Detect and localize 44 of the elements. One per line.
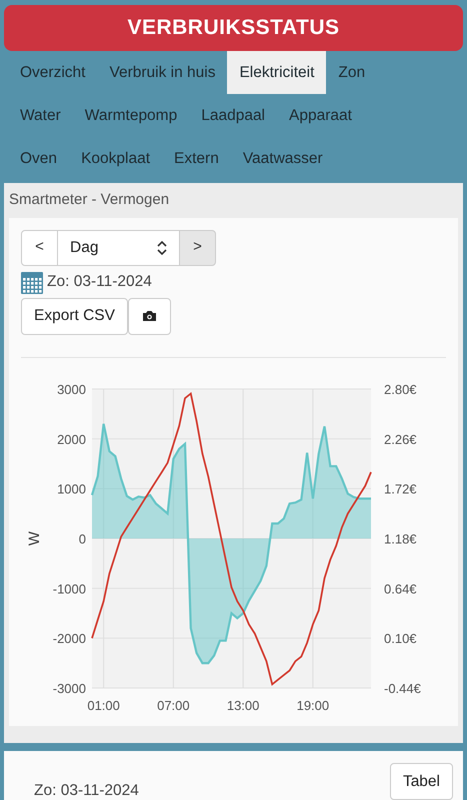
previous-button[interactable]: < <box>21 230 58 266</box>
nav-tab[interactable]: Oven <box>8 137 70 180</box>
nav-tab[interactable]: Verbruik in huis <box>97 51 228 94</box>
camera-button[interactable] <box>128 298 171 334</box>
nav-tab[interactable]: Laadpaal <box>189 94 278 137</box>
axis-tick-label: 2000 <box>57 431 86 446</box>
axis-tick-label: -2000 <box>52 630 86 646</box>
axis-title: W <box>26 530 43 546</box>
axis-tick-label: 0.64€ <box>384 580 417 596</box>
camera-icon <box>142 310 157 322</box>
nav-tab[interactable]: Vaatwasser <box>230 137 335 180</box>
nav-tab[interactable]: Apparaat <box>277 94 364 137</box>
axis-tick-label: -0.44€ <box>384 680 421 696</box>
nav-tab[interactable]: Water <box>8 94 73 137</box>
page-title: VERBRUIKSSTATUS <box>4 5 463 51</box>
next-button[interactable]: > <box>179 230 216 266</box>
date-label: Zo: 03-11-2024 <box>34 781 139 800</box>
export-button[interactable]: Export CSV <box>21 298 128 334</box>
axis-tick-label: -3000 <box>52 680 86 696</box>
nav-tab[interactable]: Overzicht <box>8 51 98 94</box>
panel-title: Smartmeter - Vermogen <box>9 190 170 210</box>
nav-tab[interactable]: Warmtepomp <box>72 94 190 137</box>
axis-tick-label: 1.18€ <box>384 531 417 546</box>
nav-tab[interactable]: Elektriciteit <box>227 51 326 94</box>
axis-tick-label: 0.10€ <box>384 630 417 646</box>
axis-tick-label: 07:00 <box>157 698 190 712</box>
axis-tick-label: 01:00 <box>87 698 120 712</box>
period-select[interactable]: Dag <box>58 230 179 266</box>
table-button[interactable]: Tabel <box>390 763 453 800</box>
axis-tick-label: 19:00 <box>296 698 330 712</box>
nav-tab[interactable]: Kookplaat <box>69 137 162 180</box>
axis-tick-label: 3000 <box>57 382 86 396</box>
axis-tick-label: 2.26€ <box>384 431 417 446</box>
calendar-icon[interactable] <box>21 270 43 294</box>
date-label: Zo: 03-11-2024 <box>47 272 152 292</box>
axis-tick-label: 0 <box>78 531 86 546</box>
nav-tab[interactable]: Zon <box>326 51 378 94</box>
nav-tab[interactable]: Extern <box>162 137 231 180</box>
updown-icon <box>157 240 167 254</box>
axis-tick-label: -1000 <box>52 580 86 596</box>
axis-tick-label: 1000 <box>57 481 86 496</box>
axis-tick-label: 1.72€ <box>384 481 417 496</box>
axis-tick-label: 13:00 <box>226 698 260 712</box>
axis-tick-label: 2.80€ <box>384 382 417 396</box>
